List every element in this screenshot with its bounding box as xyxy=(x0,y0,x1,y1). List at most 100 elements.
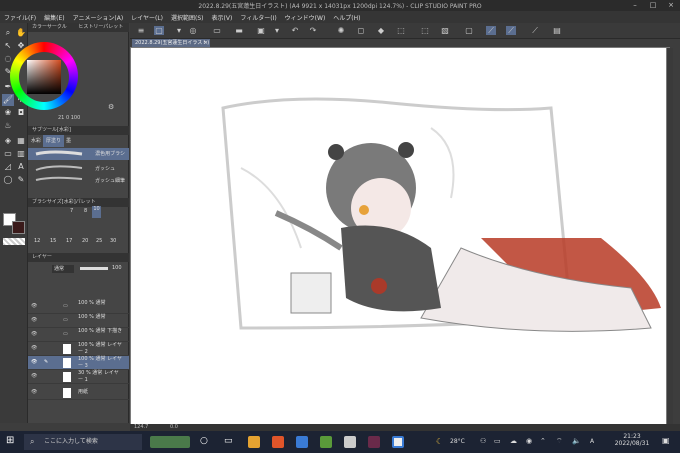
clip-studio-icon[interactable]: ◎ xyxy=(188,26,198,35)
menu-layer[interactable]: レイヤー(L) xyxy=(131,13,163,22)
brave-browser-icon[interactable] xyxy=(272,436,284,448)
ruler-icon[interactable]: ◿ xyxy=(2,161,14,173)
deselect-icon[interactable]: ⬚ xyxy=(420,26,430,35)
weather-widget-icon[interactable] xyxy=(150,436,190,448)
menu-file[interactable]: ファイル(F) xyxy=(4,13,36,22)
sub-color-swatch[interactable] xyxy=(12,221,25,234)
tab-ink[interactable]: 墨 xyxy=(66,135,71,147)
menu-selection[interactable]: 選択範囲(S) xyxy=(171,13,204,22)
notification-icon[interactable]: ▣ xyxy=(662,436,670,445)
layer-row[interactable]: 👁 ▭ 100 % 通常 xyxy=(28,300,129,314)
document-tab[interactable]: 2022.8.29(五宮蓮生日イラスト) × xyxy=(132,39,210,47)
transparent-color-swatch[interactable] xyxy=(3,238,25,245)
minecraft-icon[interactable] xyxy=(320,436,332,448)
eye-icon[interactable]: 👁 xyxy=(31,389,37,396)
zoom-readout[interactable]: 124.7 xyxy=(134,424,148,431)
canvas-paper[interactable] xyxy=(131,48,666,424)
wifi-icon[interactable]: ⌔ xyxy=(556,437,563,446)
speaker-icon[interactable]: 🔈 xyxy=(572,437,581,445)
mail-icon[interactable] xyxy=(296,436,308,448)
brush-size-12[interactable]: 12 xyxy=(34,238,40,244)
color-settings-icon[interactable]: ⚙ xyxy=(108,103,114,111)
temperature[interactable]: 28°C xyxy=(450,438,465,445)
layer-row[interactable]: 👁 ▭ 100 % 通常 xyxy=(28,314,129,328)
eye-icon[interactable]: 👁 xyxy=(31,345,37,352)
cortana-icon[interactable]: ○ xyxy=(200,436,212,448)
layer-row[interactable]: 👁 用紙 xyxy=(28,386,129,400)
menu-filter[interactable]: フィルター(I) xyxy=(240,13,276,22)
brush-size-15[interactable]: 15 xyxy=(50,238,56,244)
layer-row-selected[interactable]: 👁 ✎ 100 % 通常 レイヤー 3 xyxy=(28,356,129,370)
close-icon[interactable]: × xyxy=(204,39,208,47)
vertical-scrollbar[interactable] xyxy=(667,48,673,424)
menu-window[interactable]: ウィンドウ(W) xyxy=(285,13,326,22)
chevron-down-icon[interactable]: ▾ xyxy=(272,26,282,35)
brush-size-20[interactable]: 20 xyxy=(82,238,88,244)
eye-icon[interactable]: 👁 xyxy=(31,331,37,338)
correct-line-icon[interactable]: ✎ xyxy=(15,174,27,186)
angle-readout[interactable]: 0.0 xyxy=(170,424,178,431)
brush-size-30[interactable]: 30 xyxy=(110,238,116,244)
fill-icon[interactable]: ◆ xyxy=(376,26,386,35)
network-icon[interactable]: ▭ xyxy=(494,437,501,445)
clip-studio-taskbar-icon[interactable] xyxy=(392,436,404,448)
premiere-icon[interactable] xyxy=(368,436,380,448)
ruler-snap-icon[interactable]: ⟋ xyxy=(486,26,496,35)
eye-icon[interactable]: 👁 xyxy=(31,359,37,366)
invert-selection-icon[interactable]: ▧ xyxy=(440,26,450,35)
color-icon[interactable]: ▤ xyxy=(552,26,562,35)
clear-icon[interactable]: ◻ xyxy=(356,26,366,35)
show-selection-icon[interactable]: ▢ xyxy=(464,26,474,35)
undo-icon[interactable]: ↶ xyxy=(290,26,300,35)
brush-size-25[interactable]: 25 xyxy=(96,238,102,244)
file-explorer-icon[interactable] xyxy=(248,436,260,448)
maximize-icon[interactable]: □ xyxy=(644,0,662,11)
zoom-icon[interactable]: ⌕ xyxy=(2,27,14,39)
tab-watercolor[interactable]: 水彩 xyxy=(31,135,41,147)
brush-size-7[interactable]: 7 xyxy=(70,208,73,214)
brush-size-17[interactable]: 17 xyxy=(66,238,72,244)
brush-size-8[interactable]: 8 xyxy=(84,208,87,214)
special-ruler-snap-icon[interactable]: ⟋ xyxy=(506,26,516,35)
save-icon[interactable]: ▣ xyxy=(256,26,266,35)
ime-indicator[interactable]: A xyxy=(590,438,594,445)
task-view-icon[interactable]: ▭ xyxy=(224,436,236,448)
gradient-icon[interactable]: ▦ xyxy=(15,135,27,147)
chevron-down-icon[interactable]: ▾ xyxy=(174,26,184,35)
open-folder-icon[interactable]: ▬ xyxy=(234,26,244,35)
eye-icon[interactable]: 👁 xyxy=(31,303,37,310)
layer-row[interactable]: 👁 ▭ 100 % 通常 下描き xyxy=(28,328,129,342)
photos-icon[interactable] xyxy=(344,436,356,448)
menu-animation[interactable]: アニメーション(A) xyxy=(73,13,124,22)
grid-snap-icon[interactable]: ⟋ xyxy=(530,26,540,35)
brush-size-10[interactable]: 10 xyxy=(92,206,101,218)
saturation-value-box[interactable] xyxy=(27,60,61,94)
people-icon[interactable]: ⚇ xyxy=(480,437,486,445)
eye-icon[interactable]: 👁 xyxy=(31,317,37,324)
transform-icon[interactable]: ⬚ xyxy=(396,26,406,35)
windows-start-icon[interactable]: ⊞ xyxy=(6,435,14,446)
fill-bucket-icon[interactable]: ◈ xyxy=(2,135,14,147)
blend-icon[interactable]: ♨ xyxy=(2,120,14,132)
minimize-icon[interactable]: – xyxy=(626,0,644,11)
frame-icon[interactable]: ▥ xyxy=(15,148,27,160)
balloon-icon[interactable]: ◯ xyxy=(2,174,14,186)
clock[interactable]: 21:23 2022/08/31 xyxy=(612,433,652,447)
new-canvas-icon[interactable]: ▢ xyxy=(154,26,164,35)
redo-icon[interactable]: ↷ xyxy=(308,26,318,35)
eye-icon[interactable]: 👁 xyxy=(31,373,37,380)
text-icon[interactable]: A xyxy=(15,161,27,173)
hamburger-menu-icon[interactable]: ≡ xyxy=(136,26,146,35)
move-icon[interactable]: ↖ xyxy=(2,40,14,52)
menu-edit[interactable]: 編集(E) xyxy=(44,13,64,22)
opacity-slider[interactable] xyxy=(80,267,108,270)
layer-row[interactable]: 👁 30 % 通常 レイヤー 1 xyxy=(28,370,129,384)
layer-row[interactable]: 👁 100 % 通常 レイヤー 2 xyxy=(28,342,129,356)
taskbar-search[interactable]: ⌕ ここに入力して検索 xyxy=(24,434,142,450)
tab-color-circle[interactable]: カラーサークル xyxy=(32,24,67,30)
tab-history[interactable]: ヒストリーパレット xyxy=(78,24,123,30)
cloud-icon[interactable]: ☁ xyxy=(510,437,517,445)
brush-icon[interactable]: 🖌 xyxy=(2,94,14,106)
tab-thick-paint[interactable]: 厚塗り xyxy=(43,135,65,147)
menu-view[interactable]: 表示(V) xyxy=(212,13,233,22)
